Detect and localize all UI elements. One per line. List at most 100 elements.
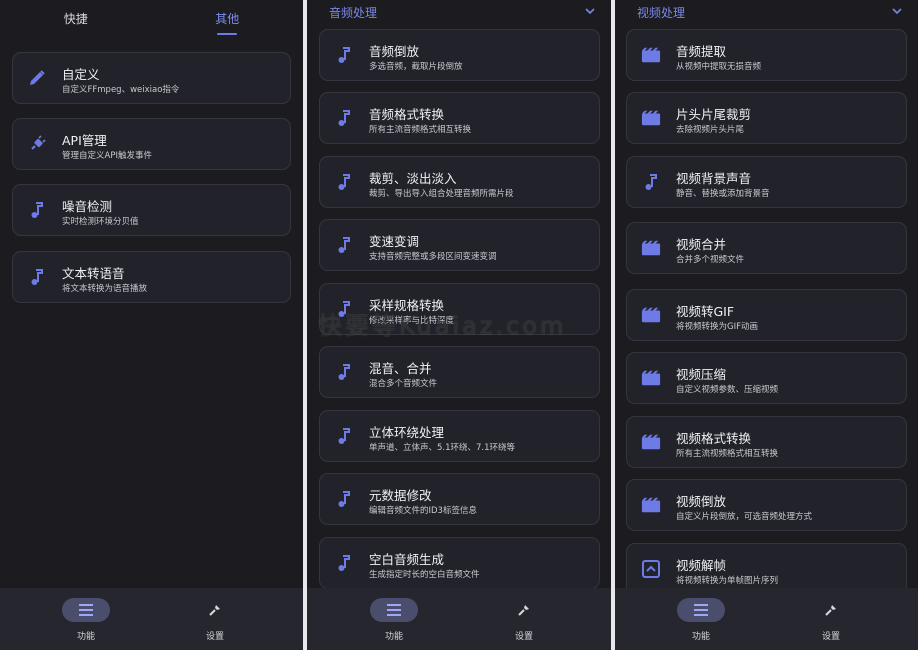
nav-functions[interactable]: 功能 [56, 598, 116, 642]
card-subtitle: 编辑音频文件的ID3标签信息 [369, 506, 477, 516]
card-subtitle: 支持音频完整或多段区间变速变调 [369, 252, 497, 262]
music-note-icon [334, 108, 354, 128]
nav-label: 功能 [691, 632, 710, 642]
card-subtitle: 裁剪、导出导入组合处理音频所需片段 [369, 189, 514, 199]
section-header[interactable]: 视频处理 [615, 0, 918, 24]
card-subtitle: 自定义视频参数、压缩视频 [676, 385, 779, 395]
wrench-icon [807, 598, 855, 622]
pencil-icon [27, 68, 47, 88]
card-subtitle: 所有主流视频格式相互转换 [676, 449, 779, 459]
chevron-down-icon [583, 3, 597, 17]
wrench-icon [500, 598, 548, 622]
card-subtitle: 将文本转换为语音播放 [62, 284, 148, 294]
clapperboard-icon [641, 238, 661, 258]
card-audio-trim[interactable]: 裁剪、淡出淡入 裁剪、导出导入组合处理音频所需片段 [319, 156, 600, 208]
card-subtitle: 合并多个视频文件 [676, 255, 745, 265]
clapperboard-icon [641, 305, 661, 325]
card-audio-metadata[interactable]: 元数据修改 编辑音频文件的ID3标签信息 [319, 473, 600, 525]
card-video-format[interactable]: 视频格式转换 所有主流视频格式相互转换 [626, 416, 907, 468]
card-video-compress[interactable]: 视频压缩 自定义视频参数、压缩视频 [626, 352, 907, 404]
panel-video: 视频处理 音频提取 从视频中提取无损音频 片头片尾裁剪 去除视频片头片尾 视频背… [615, 0, 918, 650]
card-audio-reverse[interactable]: 音频倒放 多选音频，截取片段倒放 [319, 29, 600, 81]
card-audio-blank[interactable]: 空白音频生成 生成指定时长的空白音频文件 [319, 537, 600, 589]
card-title: 空白音频生成 [369, 552, 445, 567]
tab-quick[interactable]: 快捷 [0, 0, 152, 38]
nav-label: 功能 [76, 632, 95, 642]
card-video-extract-audio[interactable]: 音频提取 从视频中提取无损音频 [626, 29, 907, 81]
list-icon [62, 598, 110, 622]
card-title: 视频解帧 [676, 558, 727, 573]
card-title: 音频格式转换 [369, 107, 445, 122]
card-subtitle: 自定义片段倒放，可选音频处理方式 [676, 512, 813, 522]
music-note-icon [27, 200, 47, 220]
card-title: 音频提取 [676, 44, 727, 59]
music-note-icon [334, 426, 354, 446]
card-subtitle: 生成指定时长的空白音频文件 [369, 570, 480, 580]
panel-audio: 音频处理 音频倒放 多选音频，截取片段倒放 音频格式转换 所有主流音频格式相互转… [307, 0, 611, 650]
card-subtitle: 静音、替换或添加背景音 [676, 189, 770, 199]
card-subtitle: 实时检测环境分贝值 [62, 217, 139, 227]
card-video-merge[interactable]: 视频合并 合并多个视频文件 [626, 222, 907, 274]
card-video-bg-audio[interactable]: 视频背景声音 静音、替换或添加背景音 [626, 156, 907, 208]
music-note-icon [641, 172, 661, 192]
card-video-trim-ends[interactable]: 片头片尾裁剪 去除视频片头片尾 [626, 92, 907, 144]
card-video-reverse[interactable]: 视频倒放 自定义片段倒放，可选音频处理方式 [626, 479, 907, 531]
card-title: 视频压缩 [676, 367, 727, 382]
tab-bar: 快捷 其他 [0, 0, 303, 38]
card-title: 视频倒放 [676, 494, 727, 509]
plug-icon [27, 134, 47, 154]
nav-functions[interactable]: 功能 [364, 598, 424, 642]
card-title: 元数据修改 [369, 488, 432, 503]
card-subtitle: 所有主流音频格式相互转换 [369, 125, 472, 135]
nav-settings[interactable]: 设置 [494, 598, 554, 642]
music-note-icon [27, 267, 47, 287]
nav-settings[interactable]: 设置 [185, 598, 245, 642]
card-title: 文本转语音 [62, 266, 125, 281]
card-api[interactable]: API管理 管理自定义API触发事件 [12, 118, 291, 170]
card-custom[interactable]: 自定义 自定义FFmpeg、weixiao指令 [12, 52, 291, 104]
card-title: 裁剪、淡出淡入 [369, 171, 457, 186]
music-note-icon [334, 553, 354, 573]
card-subtitle: 自定义FFmpeg、weixiao指令 [62, 85, 180, 95]
clapperboard-icon [641, 45, 661, 65]
card-video-to-gif[interactable]: 视频转GIF 将视频转换为GIF动画 [626, 289, 907, 341]
card-audio-speed[interactable]: 变速变调 支持音频完整或多段区间变速变调 [319, 219, 600, 271]
card-title: 变速变调 [369, 234, 420, 249]
clapperboard-icon [641, 432, 661, 452]
card-audio-format[interactable]: 音频格式转换 所有主流音频格式相互转换 [319, 92, 600, 144]
music-note-icon [334, 235, 354, 255]
frame-icon [641, 559, 661, 579]
wrench-icon [191, 598, 239, 622]
card-title: 音频倒放 [369, 44, 420, 59]
nav-functions[interactable]: 功能 [671, 598, 731, 642]
card-subtitle: 将视频转换为单帧图片序列 [676, 576, 779, 586]
section-header[interactable]: 音频处理 [307, 0, 611, 24]
nav-label: 功能 [384, 632, 403, 642]
card-subtitle: 修改采样率与比特深度 [369, 316, 455, 326]
nav-settings[interactable]: 设置 [801, 598, 861, 642]
card-subtitle: 从视频中提取无损音频 [676, 62, 762, 72]
card-audio-surround[interactable]: 立体环绕处理 单声道、立体声、5.1环绕、7.1环绕等 [319, 410, 600, 462]
card-title: 采样规格转换 [369, 298, 445, 313]
card-subtitle: 去除视频片头片尾 [676, 125, 745, 135]
bottom-nav: 功能 设置 [0, 588, 303, 650]
card-noise[interactable]: 噪音检测 实时检测环境分贝值 [12, 184, 291, 236]
card-audio-mix[interactable]: 混音、合并 混合多个音频文件 [319, 346, 600, 398]
card-title: 片头片尾裁剪 [676, 107, 752, 122]
card-title: 混音、合并 [369, 361, 432, 376]
list-icon [370, 598, 418, 622]
chevron-down-icon [890, 3, 904, 17]
card-title: API管理 [62, 133, 107, 148]
card-title: 立体环绕处理 [369, 425, 445, 440]
music-note-icon [334, 362, 354, 382]
tab-other[interactable]: 其他 [152, 0, 304, 38]
card-subtitle: 混合多个音频文件 [369, 379, 438, 389]
card-title: 视频背景声音 [676, 171, 752, 186]
list-icon [677, 598, 725, 622]
card-subtitle: 单声道、立体声、5.1环绕、7.1环绕等 [369, 443, 516, 453]
card-title: 噪音检测 [62, 199, 113, 214]
card-title: 视频合并 [676, 237, 727, 252]
card-tts[interactable]: 文本转语音 将文本转换为语音播放 [12, 251, 291, 303]
section-title: 视频处理 [637, 6, 686, 20]
card-audio-sample[interactable]: 采样规格转换 修改采样率与比特深度 [319, 283, 600, 335]
